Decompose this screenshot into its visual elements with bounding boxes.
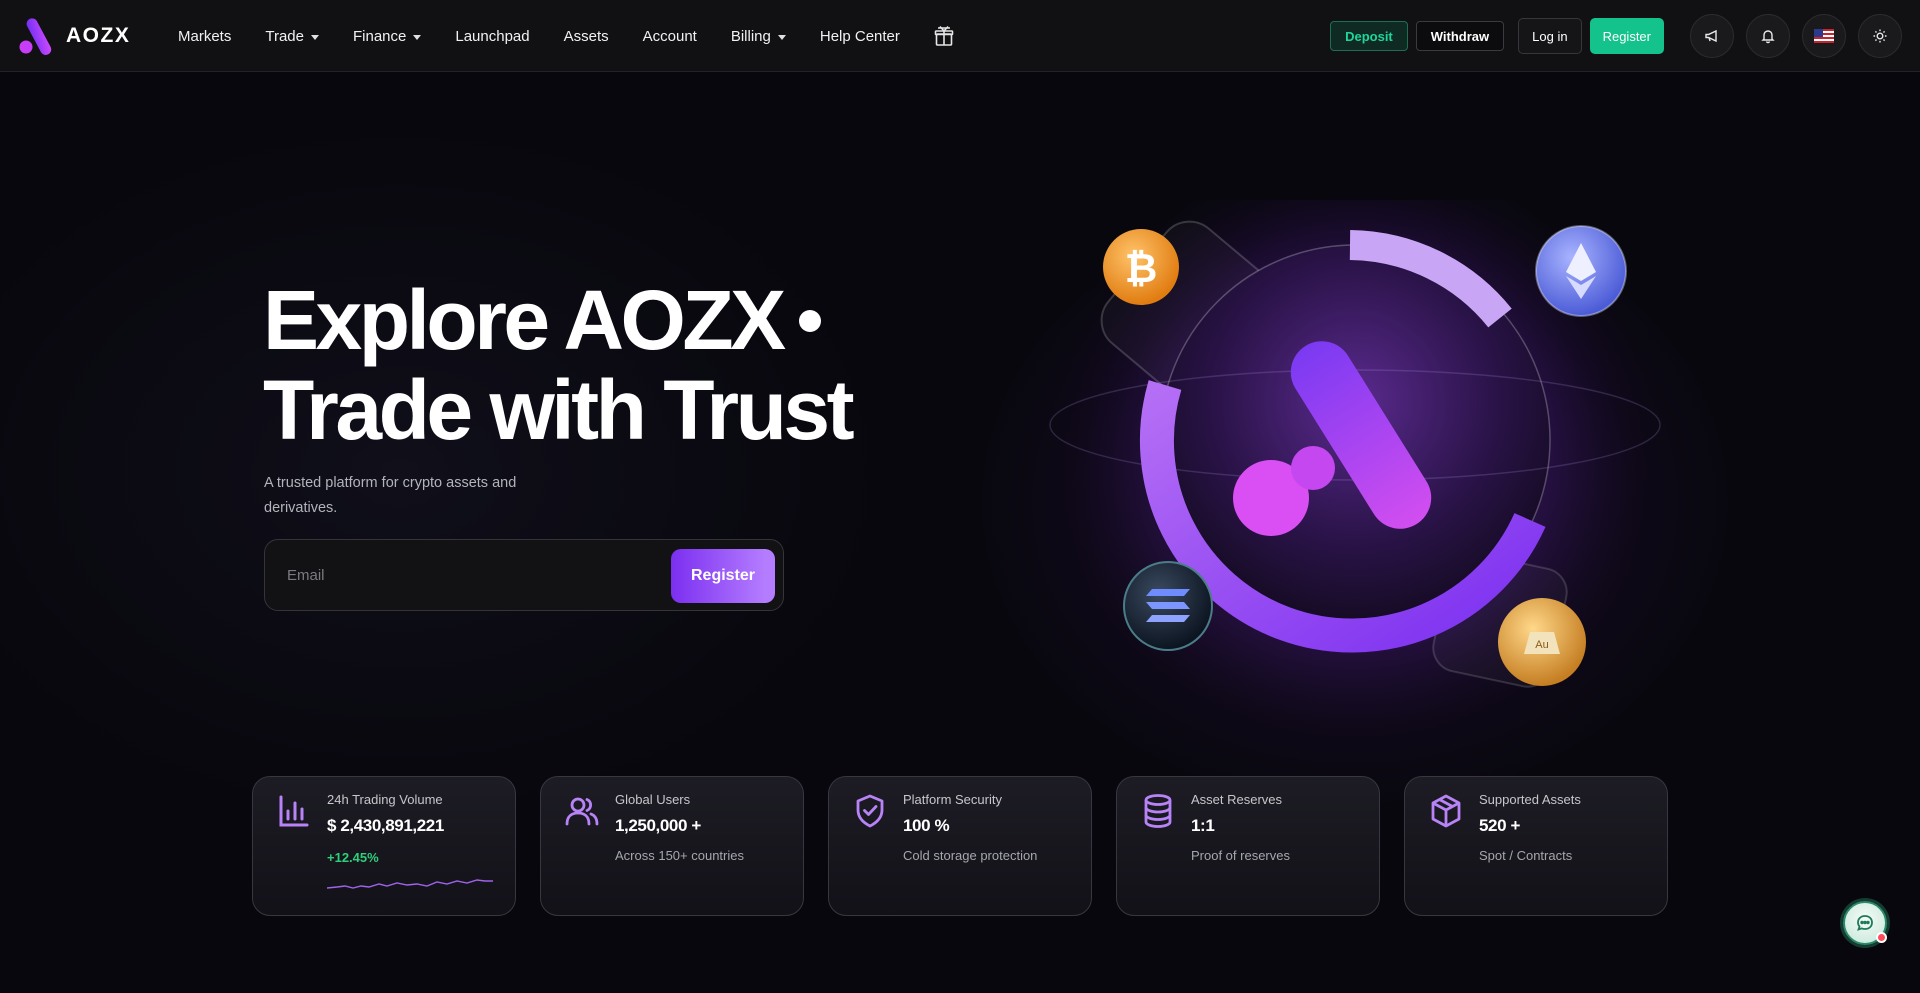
database-icon: [1144, 794, 1172, 828]
svg-text:₿: ₿: [1125, 247, 1158, 291]
volume-sparkline: [327, 879, 493, 889]
sun-icon: [1873, 29, 1887, 43]
stat-change: +12.45%: [327, 850, 379, 865]
nav-billing[interactable]: Billing: [731, 28, 786, 45]
solana-icon: [1123, 561, 1213, 651]
chat-unread-indicator: [1876, 932, 1887, 943]
stat-subtext: Spot / Contracts: [1479, 848, 1573, 863]
title-dot: [798, 309, 821, 332]
email-signup-form: Register: [264, 539, 784, 611]
stat-value: 100 %: [903, 816, 950, 835]
nav-finance[interactable]: Finance: [352, 27, 422, 45]
gold-icon: Au: [1498, 598, 1586, 686]
stat-label: Platform Security: [903, 792, 1002, 807]
stat-label: 24h Trading Volume: [327, 792, 443, 807]
chat-icon: [1857, 915, 1873, 931]
stat-card-trading-volume: 24h Trading Volume $ 2,430,891,221 +12.4…: [252, 776, 516, 916]
stat-label: Global Users: [615, 792, 691, 807]
language-button[interactable]: [1802, 14, 1846, 58]
hero-illustration: ₿ Au: [1049, 200, 1661, 740]
logo-mark-icon: [19, 18, 52, 55]
main-menu: Markets Trade Finance Launchpad Assets A…: [178, 0, 954, 72]
login-button[interactable]: Log in: [1518, 18, 1582, 54]
hero-subtitle: A trusted platform for crypto assets and…: [264, 475, 517, 516]
bitcoin-icon: ₿: [1103, 229, 1179, 305]
cube-icon: [1431, 794, 1461, 828]
nav-markets-label: Markets: [178, 27, 232, 45]
deposit-button[interactable]: Deposit: [1330, 21, 1408, 51]
stat-value: 520 +: [1479, 816, 1521, 835]
stat-subtext: Cold storage protection: [903, 848, 1038, 863]
nav-help-center[interactable]: Help Center: [820, 28, 900, 45]
stat-card-global-users: Global Users 1,250,000 + Across 150+ cou…: [540, 776, 804, 916]
nav-assets-label: Assets: [563, 27, 609, 45]
nav-help-center-label: Help Center: [819, 27, 900, 45]
register-button-hero[interactable]: Register: [671, 549, 775, 603]
logo[interactable]: AOZX: [19, 17, 130, 55]
nav-launchpad[interactable]: Launchpad: [455, 28, 529, 45]
svg-text:Au: Au: [1535, 639, 1548, 651]
ethereum-icon: [1535, 225, 1627, 317]
notification-button[interactable]: [1746, 14, 1790, 58]
stat-card-asset-reserves: Asset Reserves 1:1 Proof of reserves: [1116, 776, 1380, 916]
nav-account-label: Account: [642, 27, 697, 45]
nav-account[interactable]: Account: [643, 28, 697, 45]
announcement-button[interactable]: [1690, 14, 1734, 58]
support-chat-button[interactable]: [1843, 901, 1887, 945]
megaphone-icon: [1705, 29, 1717, 43]
hero-title: Explore AOZX Trade with Trust: [263, 273, 855, 457]
bar-chart-icon: [279, 795, 309, 827]
stat-value: 1:1: [1191, 816, 1215, 835]
stat-label: Supported Assets: [1479, 792, 1581, 807]
top-navbar: AOZX Markets Trade Finance Launchpad Ass…: [0, 0, 1920, 72]
nav-actions: Deposit Withdraw Log in Register: [1330, 0, 1902, 72]
chevron-down-icon: [310, 34, 319, 40]
brand-name: AOZX: [66, 24, 131, 47]
register-button-top[interactable]: Register: [1589, 18, 1664, 54]
stat-card-supported-assets: Supported Assets 520 + Spot / Contracts: [1404, 776, 1668, 916]
nav-assets[interactable]: Assets: [564, 28, 609, 45]
stat-subtext: Across 150+ countries: [615, 848, 744, 863]
theme-toggle-button[interactable]: [1858, 14, 1902, 58]
stat-value: 1,250,000 +: [615, 816, 701, 835]
email-input[interactable]: [287, 560, 647, 590]
hero-title-line1: Explore AOZX: [263, 273, 786, 367]
nav-trade-label: Trade: [265, 27, 304, 45]
nav-trade[interactable]: Trade: [265, 28, 319, 45]
nav-billing-label: Billing: [730, 27, 771, 45]
stat-label: Asset Reserves: [1191, 792, 1283, 807]
bell-icon: [1761, 30, 1775, 44]
chevron-down-icon: [413, 34, 422, 40]
chevron-down-icon: [777, 34, 786, 40]
nav-launchpad-label: Launchpad: [455, 27, 530, 45]
gift-icon[interactable]: [934, 25, 954, 47]
stat-value: $ 2,430,891,221: [327, 816, 444, 835]
users-icon: [565, 797, 599, 826]
us-flag-icon: [1814, 29, 1834, 43]
nav-markets[interactable]: Markets: [178, 28, 231, 45]
stat-subtext: Proof of reserves: [1191, 848, 1290, 863]
shield-check-icon: [856, 794, 884, 828]
withdraw-button[interactable]: Withdraw: [1415, 21, 1505, 51]
hero-title-line2: Trade with Trust: [263, 363, 855, 457]
stat-card-platform-security: Platform Security 100 % Cold storage pro…: [828, 776, 1092, 916]
nav-finance-label: Finance: [352, 27, 407, 45]
